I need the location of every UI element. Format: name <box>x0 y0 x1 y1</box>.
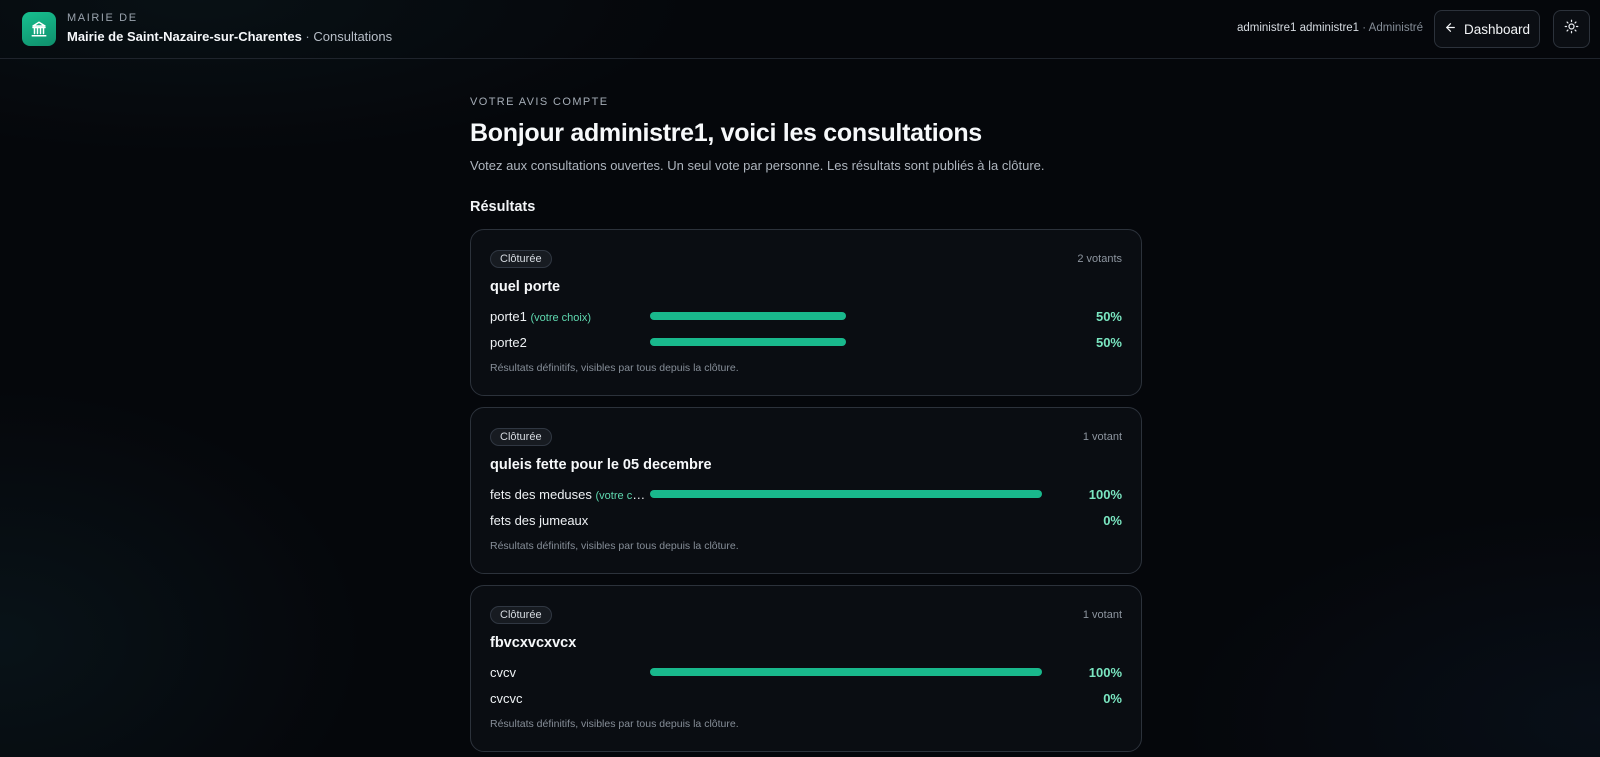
brand-line: Mairie de Saint-Nazaire-sur-Charentes · … <box>67 29 392 44</box>
arrow-left-icon <box>1444 21 1457 37</box>
status-badge: Clôturée <box>490 428 552 446</box>
result-bar-fill <box>650 312 846 320</box>
results-note: Résultats définitifs, visibles par tous … <box>490 540 739 552</box>
status-badge: Clôturée <box>490 250 552 268</box>
main-content: VOTRE AVIS COMPTE Bonjour administre1, v… <box>470 96 1142 752</box>
results-note: Résultats définitifs, visibles par tous … <box>490 362 739 374</box>
consultation-title: quel porte <box>490 279 561 295</box>
result-bar <box>650 312 1050 320</box>
municipality-name: Mairie de Saint-Nazaire-sur-Charentes <box>67 29 302 44</box>
user-role: · Administré <box>1362 22 1423 34</box>
dashboard-label: Dashboard <box>1463 21 1531 37</box>
town-hall-icon <box>22 12 56 46</box>
option-percent: 100% <box>1088 486 1122 502</box>
results-list: Clôturée 2 votants quel porte porte1 (votre… <box>470 229 1142 752</box>
app-header: MAIRIE DE Mairie de Saint-Nazaire-sur-Ch… <box>0 0 1600 59</box>
result-bar <box>650 668 1050 676</box>
option-label-wrap: porte1 (votre choix) <box>490 309 650 324</box>
result-bar <box>650 694 1050 702</box>
results-section-title: Résultats <box>470 199 536 215</box>
voter-count: 1 votant <box>1082 609 1122 621</box>
option-label: fets des meduses <box>490 486 592 502</box>
option-row: cvcv 100% <box>490 663 1122 681</box>
brand-kicker: MAIRIE DE <box>67 12 138 24</box>
card-header: Clôturée 2 votants <box>490 250 1122 268</box>
option-row: cvcvc 0% <box>490 689 1122 707</box>
consultation-title: fbvcxvcxvcx <box>490 635 577 651</box>
option-row: porte2 50% <box>490 333 1122 351</box>
option-label-wrap: cvcvc <box>490 691 650 706</box>
option-label: fets des jumeaux <box>490 512 589 528</box>
brand: MAIRIE DE Mairie de Saint-Nazaire-sur-Ch… <box>67 12 392 44</box>
voter-count: 2 votants <box>1077 253 1122 265</box>
dashboard-button[interactable]: Dashboard <box>1434 10 1540 48</box>
result-bar <box>650 516 1050 524</box>
your-choice-tag: (votre choix) <box>595 489 650 502</box>
option-label: porte2 <box>490 334 527 350</box>
result-bar <box>650 338 1050 346</box>
result-bar-fill <box>650 490 1042 498</box>
results-note: Résultats définitifs, visibles par tous … <box>490 718 739 730</box>
voter-count: 1 votant <box>1082 431 1122 443</box>
user-info: administre1 administre1 · Administré <box>1237 22 1423 34</box>
your-choice-tag: (votre choix) <box>530 311 592 324</box>
option-percent: 0% <box>1103 690 1122 706</box>
user-name: administre1 administre1 <box>1236 22 1360 34</box>
sun-icon <box>1564 19 1579 39</box>
section-name: Consultations <box>313 29 393 44</box>
consultation-card: Clôturée 1 votant quleis fette pour le 05 … <box>470 407 1142 574</box>
option-label-wrap: fets des jumeaux <box>490 513 650 528</box>
theme-toggle-button[interactable] <box>1553 10 1590 48</box>
result-bar <box>650 490 1050 498</box>
option-label-wrap: fets des meduses (votre choix) <box>490 487 650 502</box>
card-header: Clôturée 1 votant <box>490 606 1122 624</box>
option-row: porte1 (votre choix) 50% <box>490 307 1122 325</box>
page-kicker: VOTRE AVIS COMPTE <box>470 96 609 108</box>
consultation-title: quleis fette pour le 05 decembre <box>490 457 712 473</box>
consultation-card: Clôturée 2 votants quel porte porte1 (votre… <box>470 229 1142 396</box>
option-percent: 50% <box>1095 308 1122 324</box>
result-bar-fill <box>650 668 1042 676</box>
option-label-wrap: cvcv <box>490 665 650 680</box>
option-percent: 50% <box>1095 334 1122 350</box>
option-percent: 0% <box>1103 512 1122 528</box>
consultation-card: Clôturée 1 votant fbvcxvcxvcx cvcv 100% cvcvc… <box>470 585 1142 752</box>
card-header: Clôturée 1 votant <box>490 428 1122 446</box>
status-badge: Clôturée <box>490 606 552 624</box>
option-percent: 100% <box>1088 664 1122 680</box>
option-label: cvcv <box>490 664 516 680</box>
option-row: fets des meduses (votre choix) 100% <box>490 485 1122 503</box>
option-row: fets des jumeaux 0% <box>490 511 1122 529</box>
option-label: cvcvc <box>490 690 523 706</box>
brand-separator: · <box>301 29 314 44</box>
option-label: porte1 <box>490 308 527 324</box>
option-label-wrap: porte2 <box>490 335 650 350</box>
result-bar-fill <box>650 338 846 346</box>
page-subtitle: Votez aux consultations ouvertes. Un seu… <box>470 158 1045 173</box>
page-title: Bonjour administre1, voici les consultat… <box>470 119 982 147</box>
